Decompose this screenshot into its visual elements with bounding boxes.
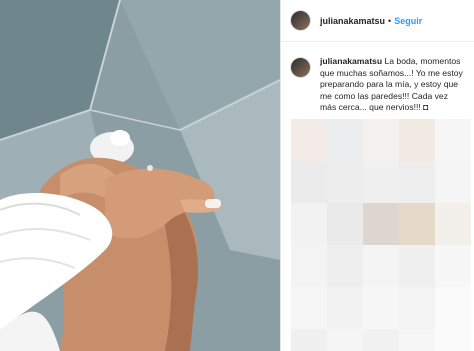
- mosaic-tile: [435, 203, 471, 245]
- mosaic-tile: [291, 287, 327, 329]
- mosaic-tile: [327, 203, 363, 245]
- mosaic-tile: [435, 161, 471, 203]
- mosaic-tile: [363, 329, 399, 351]
- caption: julianakamatsu La boda, momentos que muc…: [281, 42, 474, 114]
- post-header: julianakamatsu • Seguir: [281, 0, 474, 42]
- mosaic-tile: [399, 245, 435, 287]
- post-photo[interactable]: [0, 0, 280, 351]
- mosaic-tile: [327, 329, 363, 351]
- mosaic-tile: [327, 161, 363, 203]
- follow-button[interactable]: Seguir: [394, 16, 422, 26]
- separator-dot: •: [388, 15, 392, 26]
- mosaic-tile: [399, 119, 435, 161]
- caption-text: julianakamatsu La boda, momentos que muc…: [320, 56, 465, 114]
- mosaic-tile: [327, 245, 363, 287]
- mosaic-tile: [435, 245, 471, 287]
- mosaic-tile: [363, 203, 399, 245]
- mosaic-tile: [399, 203, 435, 245]
- mosaic-tile: [435, 329, 471, 351]
- mosaic-tile: [291, 161, 327, 203]
- mosaic-tile: [363, 245, 399, 287]
- mosaic-tile: [291, 329, 327, 351]
- post-sidebar: julianakamatsu • Seguir julianakamatsu L…: [280, 0, 474, 351]
- mosaic-tile: [327, 287, 363, 329]
- mosaic-tile: [327, 119, 363, 161]
- mosaic-tile: [399, 161, 435, 203]
- mosaic-tile: [363, 119, 399, 161]
- post-photo-illustration: [0, 0, 280, 351]
- mosaic-tile: [363, 161, 399, 203]
- mosaic-tile: [399, 287, 435, 329]
- avatar[interactable]: [290, 10, 311, 31]
- caption-username[interactable]: julianakamatsu: [320, 56, 382, 66]
- pixelated-comments-area: [291, 119, 471, 351]
- mosaic-tile: [363, 287, 399, 329]
- mosaic-tile: [291, 203, 327, 245]
- mosaic-tile: [399, 329, 435, 351]
- mosaic-tile: [291, 119, 327, 161]
- caption-avatar[interactable]: [290, 57, 311, 78]
- mosaic-tile: [435, 119, 471, 161]
- mosaic-tile: [291, 245, 327, 287]
- username-link[interactable]: julianakamatsu: [320, 16, 385, 26]
- mosaic-tile: [435, 287, 471, 329]
